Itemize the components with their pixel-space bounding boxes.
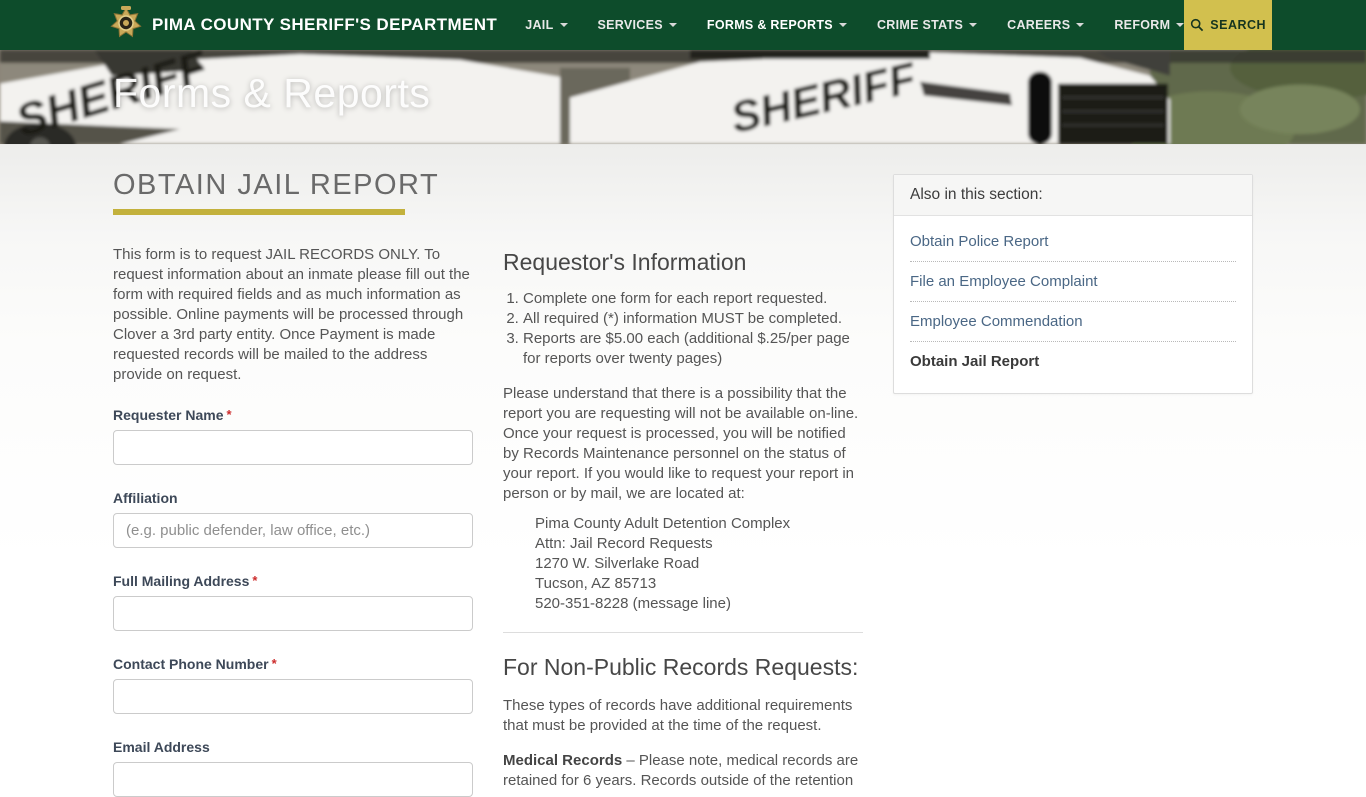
sidebar-link-list: Obtain Police Report File an Employee Co…	[894, 216, 1252, 393]
mailing-address-field-group: Full Mailing Address *	[113, 573, 473, 631]
page-banner-title: Forms & Reports	[113, 70, 431, 116]
affiliation-input[interactable]	[113, 513, 473, 548]
affiliation-label: Affiliation	[113, 490, 178, 506]
medical-records-label: Medical Records	[503, 752, 623, 769]
chevron-down-icon	[969, 23, 978, 27]
sidebar-link-employee-commendation[interactable]: Employee Commendation	[910, 302, 1236, 342]
top-navigation: PIMA COUNTY SHERIFF'S DEPARTMENT JAIL SE…	[0, 0, 1366, 50]
nav-item-careers[interactable]: CAREERS	[1007, 18, 1085, 32]
divider	[503, 632, 863, 633]
mailing-address-input[interactable]	[113, 596, 473, 631]
search-icon	[1191, 18, 1204, 32]
list-item: Reports are $5.00 each (additional $.25/…	[523, 329, 863, 369]
phone-number-input[interactable]	[113, 679, 473, 714]
page-title: OBTAIN JAIL REPORT	[113, 169, 440, 201]
requestor-information-column: Requestor's Information Complete one for…	[503, 169, 863, 797]
nav-item-reform[interactable]: REFORM	[1114, 18, 1185, 32]
address-line: Pima County Adult Detention Complex	[535, 515, 791, 532]
requestor-information-heading: Requestor's Information	[503, 249, 747, 275]
list-item: Complete one form for each report reques…	[523, 289, 863, 309]
address-line: Attn: Jail Record Requests	[535, 535, 713, 552]
requester-name-field-group: Requester Name *	[113, 407, 473, 465]
jail-report-form: Requester Name* Affiliation Full Mailing…	[113, 407, 473, 797]
main-content: OBTAIN JAIL REPORT This form is to reque…	[0, 145, 1366, 797]
nav-item-label: CAREERS	[1007, 18, 1071, 32]
requestor-instructions-list: Complete one form for each report reques…	[503, 289, 863, 369]
brand[interactable]: PIMA COUNTY SHERIFF'S DEPARTMENT	[110, 6, 497, 44]
main-menu: JAIL SERVICES FORMS & REPORTS CRIME STAT…	[525, 18, 1185, 32]
mailing-address-label: Full Mailing Address *	[113, 573, 258, 589]
sheriff-badge-logo-icon	[110, 6, 142, 44]
nav-item-label: REFORM	[1114, 18, 1171, 32]
title-underline	[113, 209, 405, 215]
requester-name-label: Requester Name *	[113, 407, 232, 423]
email-field-group: Email Address	[113, 739, 473, 797]
non-public-records-heading: For Non-Public Records Requests:	[503, 654, 859, 680]
medical-records-text: Medical Records – Please note, medical r…	[503, 752, 859, 789]
nav-item-forms-reports[interactable]: FORMS & REPORTS	[707, 18, 847, 32]
list-item: All required (*) information MUST be com…	[523, 309, 863, 329]
non-public-records-text: These types of records have additional r…	[503, 697, 853, 734]
address-line: Tucson, AZ 85713	[535, 575, 657, 592]
address-line: 520-351-8228 (message line)	[535, 595, 731, 612]
phone-number-label: Contact Phone Number *	[113, 656, 277, 672]
availability-notice-text: Please understand that there is a possib…	[503, 385, 859, 502]
address-line: 1270 W. Silverlake Road	[535, 555, 700, 572]
detention-complex-address: Pima County Adult Detention Complex Attn…	[535, 514, 863, 614]
nav-item-label: JAIL	[525, 18, 554, 32]
sidebar-link-obtain-jail-report[interactable]: Obtain Jail Report	[910, 342, 1236, 381]
nav-item-label: CRIME STATS	[876, 18, 964, 32]
search-button[interactable]: SEARCH	[1184, 0, 1272, 50]
required-asterisk: *	[226, 407, 232, 422]
jail-report-form-column: OBTAIN JAIL REPORT This form is to reque…	[113, 169, 473, 797]
chevron-down-icon	[559, 23, 568, 27]
brand-title: PIMA COUNTY SHERIFF'S DEPARTMENT	[152, 15, 498, 34]
email-input[interactable]	[113, 762, 473, 797]
required-asterisk: *	[271, 656, 277, 671]
form-intro-text: This form is to request JAIL RECORDS ONL…	[113, 246, 470, 383]
nav-item-services[interactable]: SERVICES	[598, 18, 677, 32]
sidebar-heading: Also in this section:	[894, 175, 1252, 216]
email-label: Email Address	[113, 739, 210, 755]
sidebar-link-file-employee-complaint[interactable]: File an Employee Complaint	[910, 262, 1236, 302]
also-in-section-sidebar: Also in this section: Obtain Police Repo…	[893, 169, 1253, 797]
nav-item-crime-stats[interactable]: CRIME STATS	[876, 18, 978, 32]
nav-item-label: FORMS & REPORTS	[706, 18, 833, 32]
nav-item-jail[interactable]: JAIL	[525, 18, 568, 32]
sidebar-link-obtain-police-report[interactable]: Obtain Police Report	[910, 222, 1236, 262]
requester-name-input[interactable]	[113, 430, 473, 465]
sidebar-box: Also in this section: Obtain Police Repo…	[893, 174, 1253, 394]
chevron-down-icon	[838, 23, 847, 27]
affiliation-field-group: Affiliation	[113, 490, 473, 548]
nav-item-label: SERVICES	[597, 18, 663, 32]
phone-number-field-group: Contact Phone Number *	[113, 656, 473, 714]
chevron-down-icon	[1176, 23, 1185, 27]
search-button-label: SEARCH	[1210, 18, 1267, 32]
chevron-down-icon	[668, 23, 677, 27]
required-asterisk: *	[252, 573, 258, 588]
hero-banner: SHERIFF SHERIFF Forms & Reports	[0, 50, 1366, 145]
chevron-down-icon	[1076, 23, 1085, 27]
